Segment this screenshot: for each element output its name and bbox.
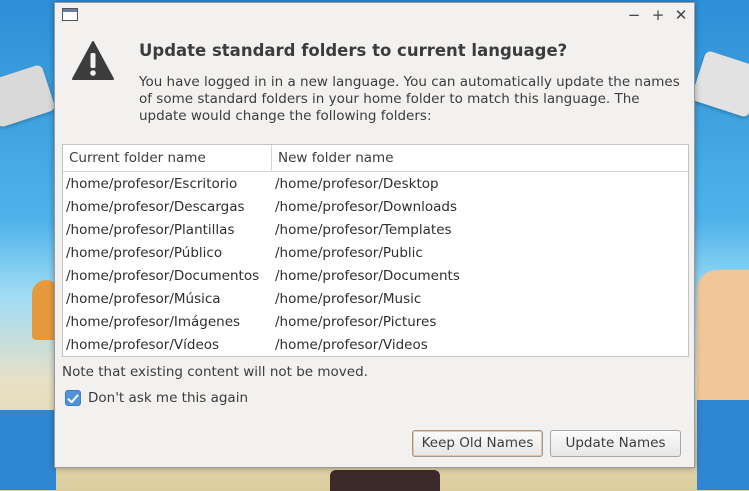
table-body: /home/profesor/Escritorio/home/profesor/… bbox=[63, 173, 688, 356]
folder-table[interactable]: Current folder name New folder name /hom… bbox=[62, 144, 689, 357]
new-folder-cell: /home/profesor/Templates bbox=[275, 222, 452, 238]
dialog-description: You have logged in in a new language. Yo… bbox=[139, 74, 680, 124]
new-folder-cell: /home/profesor/Music bbox=[275, 291, 422, 307]
update-names-button[interactable]: Update Names bbox=[550, 430, 681, 457]
checkmark-icon bbox=[67, 394, 79, 404]
table-row[interactable]: /home/profesor/Imágenes/home/profesor/Pi… bbox=[63, 311, 688, 334]
new-folder-cell: /home/profesor/Downloads bbox=[275, 199, 458, 215]
new-folder-cell: /home/profesor/Public bbox=[275, 245, 423, 261]
table-row[interactable]: /home/profesor/Documentos/home/profesor/… bbox=[63, 265, 688, 288]
new-folder-cell: /home/profesor/Documents bbox=[275, 268, 460, 284]
dialog-title: Update standard folders to current langu… bbox=[139, 41, 568, 60]
desktop-wallpaper-shape bbox=[0, 63, 56, 129]
close-button[interactable]: ✕ bbox=[672, 6, 690, 24]
table-row[interactable]: /home/profesor/Público/home/profesor/Pub… bbox=[63, 242, 688, 265]
current-folder-cell: /home/profesor/Imágenes bbox=[66, 314, 241, 330]
table-row[interactable]: /home/profesor/Escritorio/home/profesor/… bbox=[63, 173, 688, 196]
new-folder-cell: /home/profesor/Videos bbox=[275, 337, 428, 353]
desktop-wallpaper-shape bbox=[697, 270, 749, 400]
desktop-wallpaper-shape bbox=[330, 470, 440, 491]
current-folder-cell: /home/profesor/Público bbox=[66, 245, 223, 261]
table-row[interactable]: /home/profesor/Descargas/home/profesor/D… bbox=[63, 196, 688, 219]
table-row[interactable]: /home/profesor/Música/home/profesor/Musi… bbox=[63, 288, 688, 311]
current-folder-cell: /home/profesor/Vídeos bbox=[66, 337, 220, 353]
table-header: Current folder name New folder name bbox=[63, 145, 688, 172]
dont-ask-checkbox[interactable] bbox=[65, 390, 81, 406]
current-folder-cell: /home/profesor/Escritorio bbox=[66, 176, 238, 192]
warning-icon bbox=[72, 41, 114, 80]
titlebar: − + ✕ bbox=[55, 3, 694, 27]
current-folder-cell: /home/profesor/Música bbox=[66, 291, 221, 307]
maximize-button[interactable]: + bbox=[649, 6, 667, 24]
column-header-current[interactable]: Current folder name bbox=[63, 145, 272, 171]
keep-old-names-button[interactable]: Keep Old Names bbox=[412, 430, 543, 457]
window-icon[interactable] bbox=[62, 8, 78, 21]
desktop-wallpaper-shape bbox=[0, 410, 56, 490]
desktop-wallpaper-shape bbox=[697, 400, 749, 490]
new-folder-cell: /home/profesor/Desktop bbox=[275, 176, 439, 192]
minimize-button[interactable]: − bbox=[625, 6, 643, 24]
dont-ask-label[interactable]: Don't ask me this again bbox=[88, 390, 248, 407]
new-folder-cell: /home/profesor/Pictures bbox=[275, 314, 437, 330]
current-folder-cell: /home/profesor/Documentos bbox=[66, 268, 260, 284]
note-text: Note that existing content will not be m… bbox=[62, 364, 368, 380]
table-row[interactable]: /home/profesor/Vídeos/home/profesor/Vide… bbox=[63, 334, 688, 356]
current-folder-cell: /home/profesor/Descargas bbox=[66, 199, 245, 215]
desktop-wallpaper-shape bbox=[690, 50, 749, 118]
update-folders-dialog: − + ✕ Update standard folders to current… bbox=[54, 2, 695, 468]
column-header-new[interactable]: New folder name bbox=[272, 145, 572, 171]
table-row[interactable]: /home/profesor/Plantillas/home/profesor/… bbox=[63, 219, 688, 242]
current-folder-cell: /home/profesor/Plantillas bbox=[66, 222, 235, 238]
